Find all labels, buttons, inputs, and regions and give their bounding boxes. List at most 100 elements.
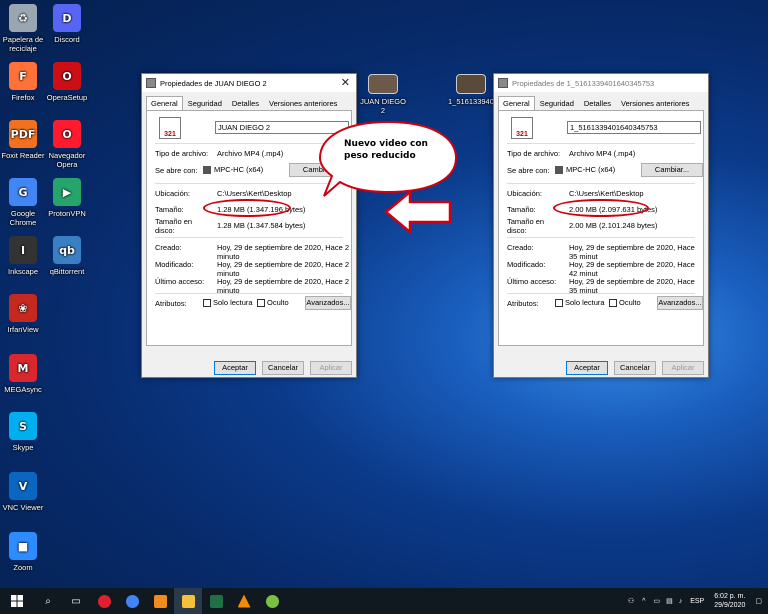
hidden-checkbox[interactable]: Oculto	[609, 298, 641, 308]
excel-taskbar-icon[interactable]	[202, 588, 230, 614]
file-type-icon	[146, 78, 156, 88]
app-icon: qb	[53, 236, 81, 264]
desktop-icon-label: Firefox	[11, 93, 35, 102]
ok-button[interactable]: Aceptar	[214, 361, 256, 375]
tab-previous-versions[interactable]: Versiones anteriores	[616, 96, 694, 110]
desktop-video-icon[interactable]: JUAN DIEGO 2	[360, 74, 406, 115]
desktop-icon[interactable]: qb qBittorrent	[44, 236, 90, 276]
app-taskbar-icon[interactable]	[258, 588, 286, 614]
mpc-icon	[555, 166, 563, 175]
opera-taskbar-icon[interactable]	[90, 588, 118, 614]
desktop-icon-label: Skype	[12, 443, 34, 452]
desktop-icon[interactable]: D Discord	[44, 4, 90, 44]
battery-icon[interactable]: ▭	[653, 597, 660, 605]
file-type-icon	[498, 78, 508, 88]
search-icon[interactable]: ⌕	[34, 588, 62, 614]
tab-details[interactable]: Detalles	[227, 96, 264, 110]
filename-field[interactable]: 1_5161339401640345753	[567, 121, 701, 134]
clock-time: 6:02 p. m.	[714, 593, 746, 600]
video-file-icon	[368, 74, 398, 94]
desktop-icon-label: Papelera de reciclaje	[2, 35, 44, 53]
tab-general[interactable]: General	[146, 96, 183, 110]
clock[interactable]: 6:02 p. m. 29/9/2020	[714, 592, 745, 610]
app-icon: ♻	[9, 4, 37, 32]
video-file-icon	[456, 74, 486, 94]
close-icon[interactable]: ✕	[341, 76, 350, 89]
readonly-checkbox[interactable]: Solo lectura	[555, 298, 605, 308]
callout-text: Nuevo video con peso reducido	[344, 139, 428, 161]
desktop-icon[interactable]: S Skype	[0, 412, 46, 452]
system-tray: ⚇ ^ ▭ ▤ ♪ ESP 6:02 p. m. 29/9/2020 ▢	[628, 588, 764, 614]
windows-start-icon[interactable]	[0, 588, 34, 614]
desktop-icon[interactable]: I Inkscape	[0, 236, 46, 276]
desktop-icon-label: Google Chrome	[9, 209, 37, 227]
desktop-icon-label: Navegador Opera	[48, 151, 86, 169]
desktop-icon[interactable]: V VNC Viewer	[0, 472, 46, 512]
tab-bar: General Seguridad Detalles Versiones ant…	[494, 92, 708, 110]
mpc-icon	[203, 166, 211, 175]
desktop-icon-label: JUAN DIEGO 2	[360, 97, 406, 115]
app-icon: D	[53, 4, 81, 32]
network-icon[interactable]: ▤	[666, 597, 673, 605]
vlc-taskbar-icon[interactable]	[230, 588, 258, 614]
app-icon: V	[9, 472, 37, 500]
desktop-icon[interactable]: O OperaSetup	[44, 62, 90, 102]
cancel-button[interactable]: Cancelar	[262, 361, 304, 375]
language-indicator[interactable]: ESP	[690, 598, 704, 605]
readonly-checkbox[interactable]: Solo lectura	[203, 298, 253, 308]
desktop-icon[interactable]: ▶ ProtonVPN	[44, 178, 90, 218]
tab-previous-versions[interactable]: Versiones anteriores	[264, 96, 342, 110]
highlight-oval	[553, 199, 649, 217]
desktop-icon[interactable]: ❀ IrfanView	[0, 294, 46, 334]
change-button[interactable]: Cambiar...	[641, 163, 703, 177]
tab-security[interactable]: Seguridad	[535, 96, 579, 110]
desktop-icon[interactable]: ♻ Papelera de reciclaje	[0, 4, 46, 53]
desktop-icon[interactable]: O Navegador Opera	[44, 120, 90, 169]
advanced-button[interactable]: Avanzados...	[657, 296, 703, 310]
cancel-button[interactable]: Cancelar	[614, 361, 656, 375]
hidden-checkbox[interactable]: Oculto	[257, 298, 289, 308]
app-icon: I	[9, 236, 37, 264]
dialog-title: Propiedades de 1_5161339401640345753	[512, 78, 655, 88]
desktop-icon-label: OperaSetup	[46, 93, 88, 102]
apply-button[interactable]: Aplicar	[662, 361, 704, 375]
advanced-button[interactable]: Avanzados...	[305, 296, 351, 310]
app-icon: S	[9, 412, 37, 440]
chevron-up-icon[interactable]: ^	[642, 598, 645, 605]
desktop-video-icon[interactable]: 1_516133940...	[448, 74, 501, 106]
desktop-icon-label: Discord	[54, 35, 80, 44]
app-icon: ▶	[53, 178, 81, 206]
desktop-icon[interactable]: F Firefox	[0, 62, 46, 102]
app-icon: ■	[9, 532, 37, 560]
app-icon: F	[9, 62, 37, 90]
file-explorer-icon[interactable]	[174, 588, 202, 614]
taskbar: ⌕ ▭ ⚇ ^ ▭ ▤ ♪ ESP 6:02 p. m. 29/9/2020 ▢	[0, 588, 768, 614]
desktop-icon-label: 1_516133940...	[448, 97, 501, 106]
volume-icon[interactable]: ♪	[679, 598, 683, 605]
tab-details[interactable]: Detalles	[579, 96, 616, 110]
tab-general[interactable]: General	[498, 96, 535, 110]
dialog-title: Propiedades de JUAN DIEGO 2	[160, 78, 267, 88]
desktop-icon-label: Inkscape	[7, 267, 39, 276]
desktop-icon[interactable]: G Google Chrome	[0, 178, 46, 227]
app-name: MPC-HC (x64)	[203, 165, 263, 175]
chrome-taskbar-icon[interactable]	[118, 588, 146, 614]
app-icon: M	[9, 354, 37, 382]
desktop-icon-label: VNC Viewer	[2, 503, 44, 512]
left-arrow-icon	[384, 190, 452, 234]
title-bar: Propiedades de JUAN DIEGO 2 ✕	[142, 74, 356, 92]
desktop-icon[interactable]: ■ Zoom	[0, 532, 46, 572]
tab-security[interactable]: Seguridad	[183, 96, 227, 110]
notifications-icon[interactable]: ▢	[755, 597, 762, 605]
clock-date: 29/9/2020	[714, 602, 746, 609]
ok-button[interactable]: Aceptar	[566, 361, 608, 375]
desktop-icon[interactable]: M MEGAsync	[0, 354, 46, 394]
chart-app-taskbar-icon[interactable]	[146, 588, 174, 614]
desktop-icon[interactable]: PDF Foxit Reader	[0, 120, 46, 160]
desktop-icon-label: Zoom	[13, 563, 33, 572]
general-panel: 321 1_5161339401640345753 Tipo de archiv…	[498, 110, 704, 346]
task-view-icon[interactable]: ▭	[62, 588, 90, 614]
app-icon: O	[53, 120, 81, 148]
people-icon[interactable]: ⚇	[628, 597, 634, 605]
apply-button[interactable]: Aplicar	[310, 361, 352, 375]
